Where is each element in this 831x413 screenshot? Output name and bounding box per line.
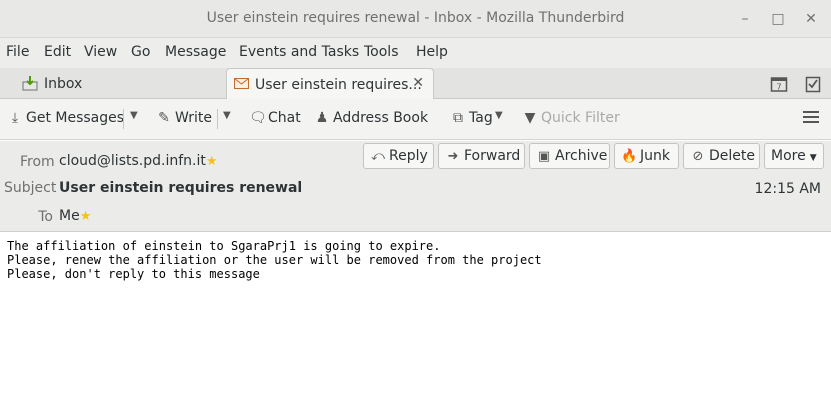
- archive-box-icon: ▣: [537, 149, 551, 164]
- download-icon: ⤓: [11, 110, 19, 126]
- tab-inbox-label: Inbox: [44, 76, 83, 92]
- tag-label: Tag: [469, 110, 493, 126]
- menu-file[interactable]: File: [6, 44, 29, 60]
- from-value[interactable]: cloud@lists.pd.infn.it★: [59, 153, 218, 169]
- archive-label: Archive: [555, 148, 608, 164]
- subject-value: User einstein requires renewal: [59, 180, 303, 196]
- message-time: 12:15 AM: [754, 181, 821, 197]
- delete-circle-icon: ⊘: [692, 149, 704, 164]
- filter-icon: ▼: [524, 110, 536, 126]
- to-value[interactable]: Me★: [59, 208, 91, 224]
- reply-label: Reply: [389, 148, 428, 164]
- address-book-label: Address Book: [333, 110, 429, 126]
- tab-close-icon[interactable]: ✕: [412, 75, 424, 91]
- write-dropdown-icon[interactable]: ▼: [223, 110, 231, 121]
- window-title: User einstein requires renewal - Inbox -…: [206, 10, 625, 26]
- more-dropdown-icon: ▼: [809, 153, 817, 163]
- menu-view[interactable]: View: [84, 44, 117, 60]
- junk-button[interactable]: 🔥 Junk: [614, 143, 679, 169]
- reply-arrow-icon: ⤺: [371, 149, 385, 164]
- delete-label: Delete: [709, 148, 755, 164]
- message-body: The affiliation of einstein to SgaraPrj1…: [7, 239, 542, 281]
- message-header: From cloud@lists.pd.infn.it★ Subject Use…: [0, 141, 831, 232]
- menu-message[interactable]: Message: [165, 44, 226, 60]
- maximize-icon[interactable]: □: [768, 9, 788, 29]
- person-icon: ♟: [315, 110, 329, 126]
- from-address: cloud@lists.pd.infn.it: [59, 153, 206, 169]
- tab-message[interactable]: User einstein requires... ✕: [226, 68, 434, 100]
- menu-help[interactable]: Help: [416, 44, 448, 60]
- calendar-icon[interactable]: 7: [770, 75, 788, 93]
- app-menu-icon[interactable]: [803, 111, 819, 125]
- forward-label: Forward: [464, 148, 521, 164]
- pencil-icon: ✎: [158, 110, 170, 126]
- toolbar-separator: [217, 109, 218, 129]
- body-line: Please, renew the affiliation or the use…: [7, 253, 542, 267]
- chat-label: Chat: [268, 110, 301, 126]
- get-messages-dropdown-icon[interactable]: ▼: [130, 110, 138, 121]
- subject-label: Subject: [4, 180, 57, 196]
- tab-inbox[interactable]: Inbox: [10, 68, 225, 99]
- junk-label: Junk: [640, 148, 670, 164]
- tab-bar: Inbox User einstein requires... ✕ 7: [0, 68, 831, 100]
- toolbar: ⤓ Get Messages ▼ ✎ Write ▼ 🗨Chat ♟ Address …: [0, 99, 831, 140]
- body-line: Please, don't reply to this message: [7, 267, 260, 281]
- more-button[interactable]: More ▼: [764, 143, 824, 169]
- minimize-icon[interactable]: –: [735, 9, 755, 29]
- tag-icon: ⧉: [453, 110, 463, 126]
- forward-arrow-icon: ➜: [447, 149, 459, 164]
- to-address: Me: [59, 208, 80, 224]
- write-button[interactable]: ✎ Write: [156, 110, 212, 130]
- menu-tools[interactable]: Tools: [364, 44, 399, 60]
- write-label: Write: [175, 110, 212, 126]
- close-icon[interactable]: ✕: [801, 9, 821, 29]
- chat-bubble-icon: 🗨: [249, 110, 267, 126]
- get-messages-label: Get Messages: [26, 110, 125, 126]
- quick-filter-button[interactable]: ▼ Quick Filter: [522, 110, 620, 130]
- archive-button[interactable]: ▣ Archive: [529, 143, 610, 169]
- inbox-icon: [22, 76, 38, 91]
- delete-button[interactable]: ⊘ Delete: [683, 143, 760, 169]
- menu-go[interactable]: Go: [131, 44, 150, 60]
- svg-text:7: 7: [776, 83, 781, 92]
- tasks-icon[interactable]: [804, 75, 822, 93]
- body-line: The affiliation of einstein to SgaraPrj1…: [7, 239, 441, 253]
- address-book-button[interactable]: ♟ Address Book: [314, 110, 428, 130]
- envelope-icon: [234, 78, 249, 89]
- more-label: More: [771, 148, 806, 164]
- menu-bar: File Edit View Go Message Events and Tas…: [0, 38, 831, 68]
- get-messages-button[interactable]: ⤓ Get Messages: [7, 110, 124, 130]
- from-label: From: [20, 154, 55, 170]
- forward-button[interactable]: ➜ Forward: [438, 143, 525, 169]
- tab-message-label: User einstein requires...: [255, 77, 422, 93]
- menu-events-and-tasks[interactable]: Events and Tasks: [239, 44, 359, 60]
- quick-filter-label: Quick Filter: [541, 110, 620, 126]
- tag-dropdown-icon[interactable]: ▼: [495, 110, 503, 121]
- star-icon[interactable]: ★: [80, 209, 92, 224]
- title-bar: User einstein requires renewal - Inbox -…: [0, 0, 831, 38]
- chat-button[interactable]: 🗨Chat: [249, 110, 301, 130]
- tag-button[interactable]: ⧉ Tag: [450, 110, 493, 130]
- reply-button[interactable]: ⤺ Reply: [363, 143, 434, 169]
- toolbar-separator: [123, 109, 124, 129]
- menu-edit[interactable]: Edit: [44, 44, 71, 60]
- junk-flame-icon: 🔥: [621, 149, 638, 164]
- to-label: To: [38, 209, 53, 225]
- star-icon[interactable]: ★: [206, 154, 218, 169]
